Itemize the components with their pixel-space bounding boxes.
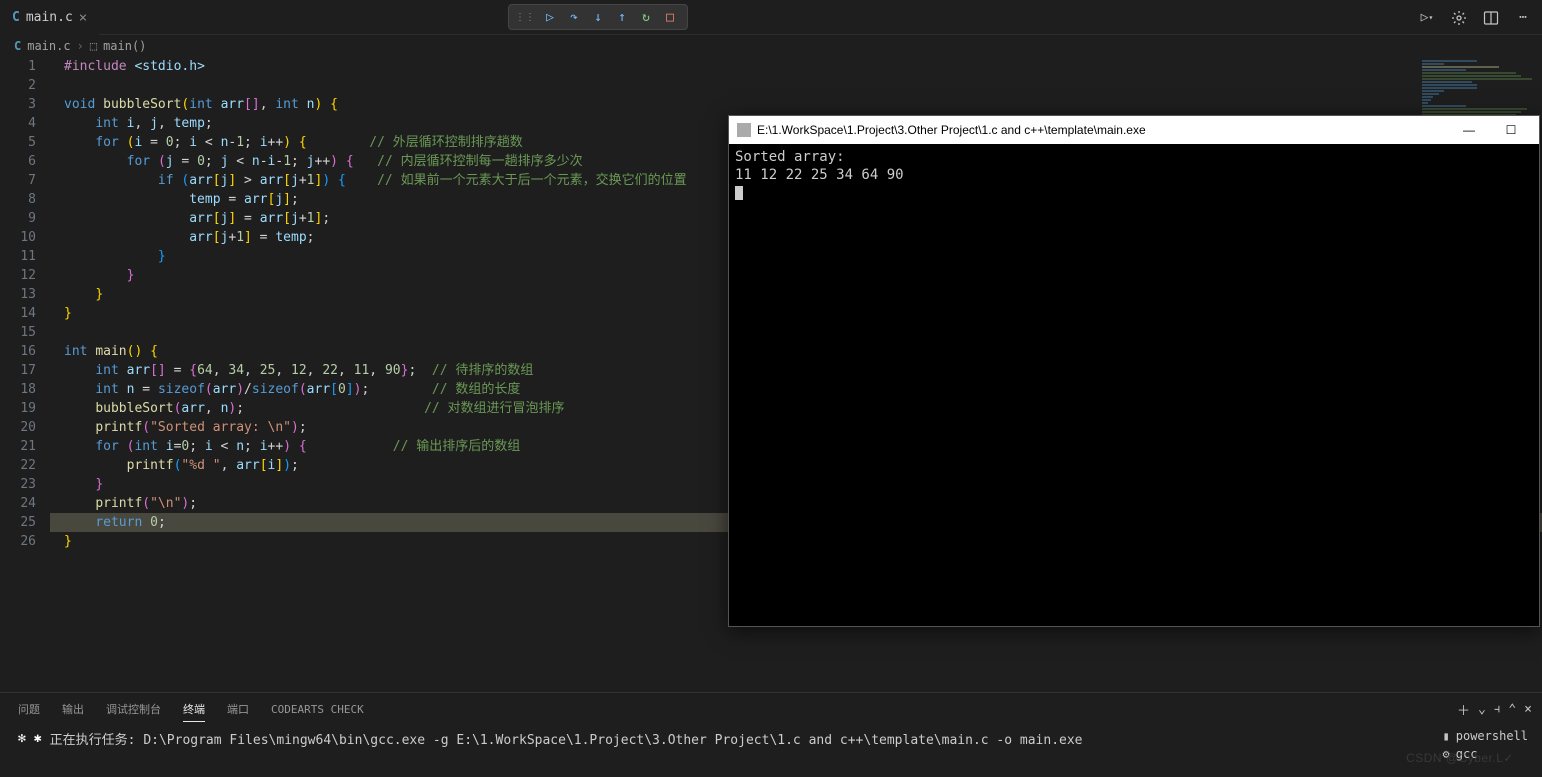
terminal-output[interactable]: ✻ ✱ 正在执行任务: D:\Program Files\mingw64\bin… [0,725,1542,752]
continue-icon[interactable]: ▷ [539,6,561,28]
panel-tab[interactable]: 调试控制台 [106,697,161,721]
console-output: Sorted array: 11 12 22 25 34 64 90 [729,144,1539,206]
tab-bar: C main.c × ⋮⋮ ▷ ↷ ↓ ↑ ↻ □ ▷▾ ⋯ [0,0,1542,35]
panel-tab[interactable]: 端口 [227,697,249,721]
close-panel-icon[interactable]: × [1524,702,1532,717]
cursor [735,186,743,200]
panel-tab[interactable]: 输出 [62,697,84,721]
watermark: CSDN @Cyber.L✓ [1406,751,1514,765]
more-icon[interactable]: ⋯ [1512,7,1534,29]
settings-icon[interactable] [1448,7,1470,29]
console-window[interactable]: E:\1.WorkSpace\1.Project\3.Other Project… [728,115,1540,627]
terminal-dropdown-icon[interactable]: ⌄ [1478,702,1486,717]
tab-main-c[interactable]: C main.c × [0,0,99,35]
breadcrumb-file[interactable]: main.c [27,39,70,53]
chevron-right-icon: › [77,39,84,53]
split-terminal-icon[interactable]: ⫞ [1494,702,1501,717]
console-titlebar[interactable]: E:\1.WorkSpace\1.Project\3.Other Project… [729,116,1539,144]
run-dropdown-icon[interactable]: ▷▾ [1416,7,1438,29]
gutter[interactable]: 1234567891011121314151617181920212223242… [0,57,50,692]
breadcrumb[interactable]: C main.c › ⬚ main() [0,35,1542,57]
drag-handle-icon[interactable]: ⋮⋮ [515,12,535,23]
restart-icon[interactable]: ↻ [635,6,657,28]
editor-actions: ▷▾ ⋯ [1416,0,1534,35]
task-indicator-icon: ✱ [34,731,42,746]
spinner-icon: ✻ [18,731,26,746]
breadcrumb-symbol[interactable]: main() [103,39,146,53]
split-editor-icon[interactable] [1480,7,1502,29]
step-into-icon[interactable]: ↓ [587,6,609,28]
panel-tab[interactable]: 终端 [183,697,205,722]
new-terminal-icon[interactable]: ＋ [1457,700,1470,719]
step-over-icon[interactable]: ↷ [563,6,585,28]
panel-tab[interactable]: CODEARTS CHECK [271,699,364,720]
c-file-icon: C [14,39,21,53]
bottom-panel: 问题输出调试控制台终端端口 CODEARTS CHECK ＋ ⌄ ⫞ ⌃ × ✻ … [0,692,1542,777]
console-title-text: E:\1.WorkSpace\1.Project\3.Other Project… [757,123,1146,137]
panel-tab[interactable]: 问题 [18,697,40,721]
step-out-icon[interactable]: ↑ [611,6,633,28]
panel-actions: ＋ ⌄ ⫞ ⌃ × [1457,693,1532,725]
maximize-button[interactable]: ☐ [1491,119,1531,141]
tab-label: main.c [26,10,73,25]
stop-icon[interactable]: □ [659,6,681,28]
app-icon [737,123,751,137]
minimize-button[interactable]: — [1449,119,1489,141]
debug-toolbar[interactable]: ⋮⋮ ▷ ↷ ↓ ↑ ↻ □ [508,4,688,30]
terminal-item[interactable]: ▮powershell [1439,727,1532,745]
maximize-panel-icon[interactable]: ⌃ [1508,702,1516,717]
symbol-icon: ⬚ [90,39,97,53]
close-icon[interactable]: × [79,10,87,26]
panel-tabs: 问题输出调试控制台终端端口 CODEARTS CHECK [0,693,1542,725]
c-file-icon: C [12,10,20,25]
